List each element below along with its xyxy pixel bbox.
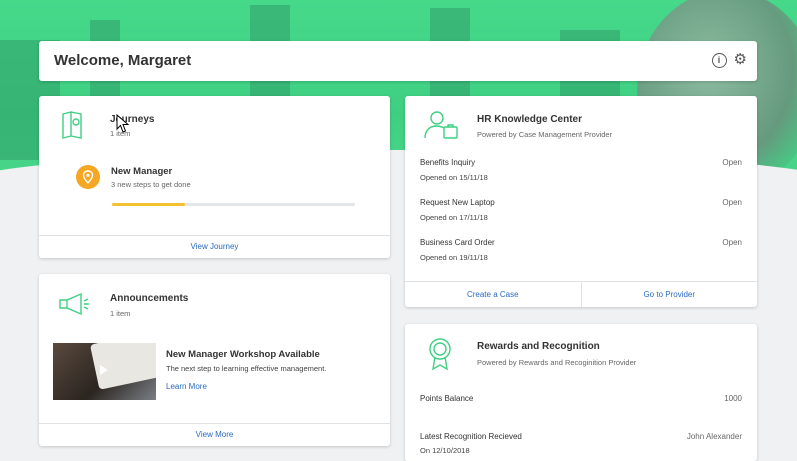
- hr-footer: Create a Case Go to Provider: [405, 281, 757, 307]
- header-actions: i ⚙: [711, 52, 747, 68]
- announcements-card: Announcements 1 item New Manager Worksho…: [39, 274, 390, 446]
- announcement-title[interactable]: New Manager Workshop Available: [166, 349, 320, 360]
- recognition-label: Latest Recognition Recieved: [420, 432, 522, 441]
- announcements-title: Announcements: [110, 293, 189, 304]
- case-name[interactable]: Benefits Inquiry: [420, 158, 475, 167]
- welcome-header: Welcome, Margaret i ⚙: [39, 41, 757, 81]
- announcements-footer: View More: [39, 423, 390, 446]
- journey-item-title[interactable]: New Manager: [111, 166, 172, 177]
- journeys-card: Journeys 1 item New Manager 3 new steps …: [39, 96, 390, 258]
- rewards-title: Rewards and Recognition: [477, 341, 600, 352]
- mouse-cursor-icon: [116, 114, 130, 133]
- support-person-icon: [424, 111, 458, 139]
- case-name[interactable]: Request New Laptop: [420, 198, 495, 207]
- case-name[interactable]: Business Card Order: [420, 238, 495, 247]
- view-more-link[interactable]: View More: [39, 424, 390, 446]
- rewards-card: Rewards and Recognition Powered by Rewar…: [405, 324, 757, 461]
- create-case-link[interactable]: Create a Case: [405, 282, 581, 307]
- points-balance-label: Points Balance: [420, 394, 474, 403]
- journey-progress-track: [112, 203, 355, 206]
- journeys-footer: View Journey: [39, 235, 390, 258]
- journey-progress-fill: [112, 203, 185, 206]
- case-status: Open: [722, 198, 742, 207]
- case-opened-date: Opened on 15/11/18: [420, 173, 488, 182]
- hr-knowledge-card: HR Knowledge Center Powered by Case Mana…: [405, 96, 757, 307]
- announcement-thumbnail[interactable]: [53, 343, 156, 400]
- megaphone-icon: [59, 292, 89, 316]
- case-status: Open: [722, 158, 742, 167]
- learn-more-link[interactable]: Learn More: [166, 382, 207, 391]
- award-ribbon-icon: [429, 338, 451, 371]
- recognition-date: On 12/10/2018: [420, 446, 470, 455]
- map-icon: [62, 111, 82, 139]
- play-icon: [100, 365, 108, 375]
- journey-item-subtitle: 3 new steps to get done: [111, 180, 191, 189]
- announcement-description: The next step to learning effective mana…: [166, 364, 327, 373]
- gear-icon[interactable]: ⚙: [734, 52, 747, 68]
- rewards-subtitle: Powered by Rewards and Recoginition Prov…: [477, 358, 637, 367]
- location-pin-icon: [76, 165, 100, 189]
- recognition-from[interactable]: John Alexander: [687, 432, 742, 441]
- info-icon[interactable]: i: [711, 53, 727, 68]
- announcements-count: 1 item: [110, 309, 131, 318]
- case-status: Open: [722, 238, 742, 247]
- view-journey-link[interactable]: View Journey: [39, 236, 390, 258]
- hr-subtitle: Powered by Case Management Provider: [477, 130, 613, 139]
- go-to-provider-link[interactable]: Go to Provider: [580, 282, 758, 307]
- points-balance-value: 1000: [724, 394, 742, 403]
- hr-title: HR Knowledge Center: [477, 114, 583, 125]
- page-title: Welcome, Margaret: [54, 52, 192, 69]
- case-opened-date: Opened on 17/11/18: [420, 213, 488, 222]
- case-opened-date: Opened on 19/11/18: [420, 253, 488, 262]
